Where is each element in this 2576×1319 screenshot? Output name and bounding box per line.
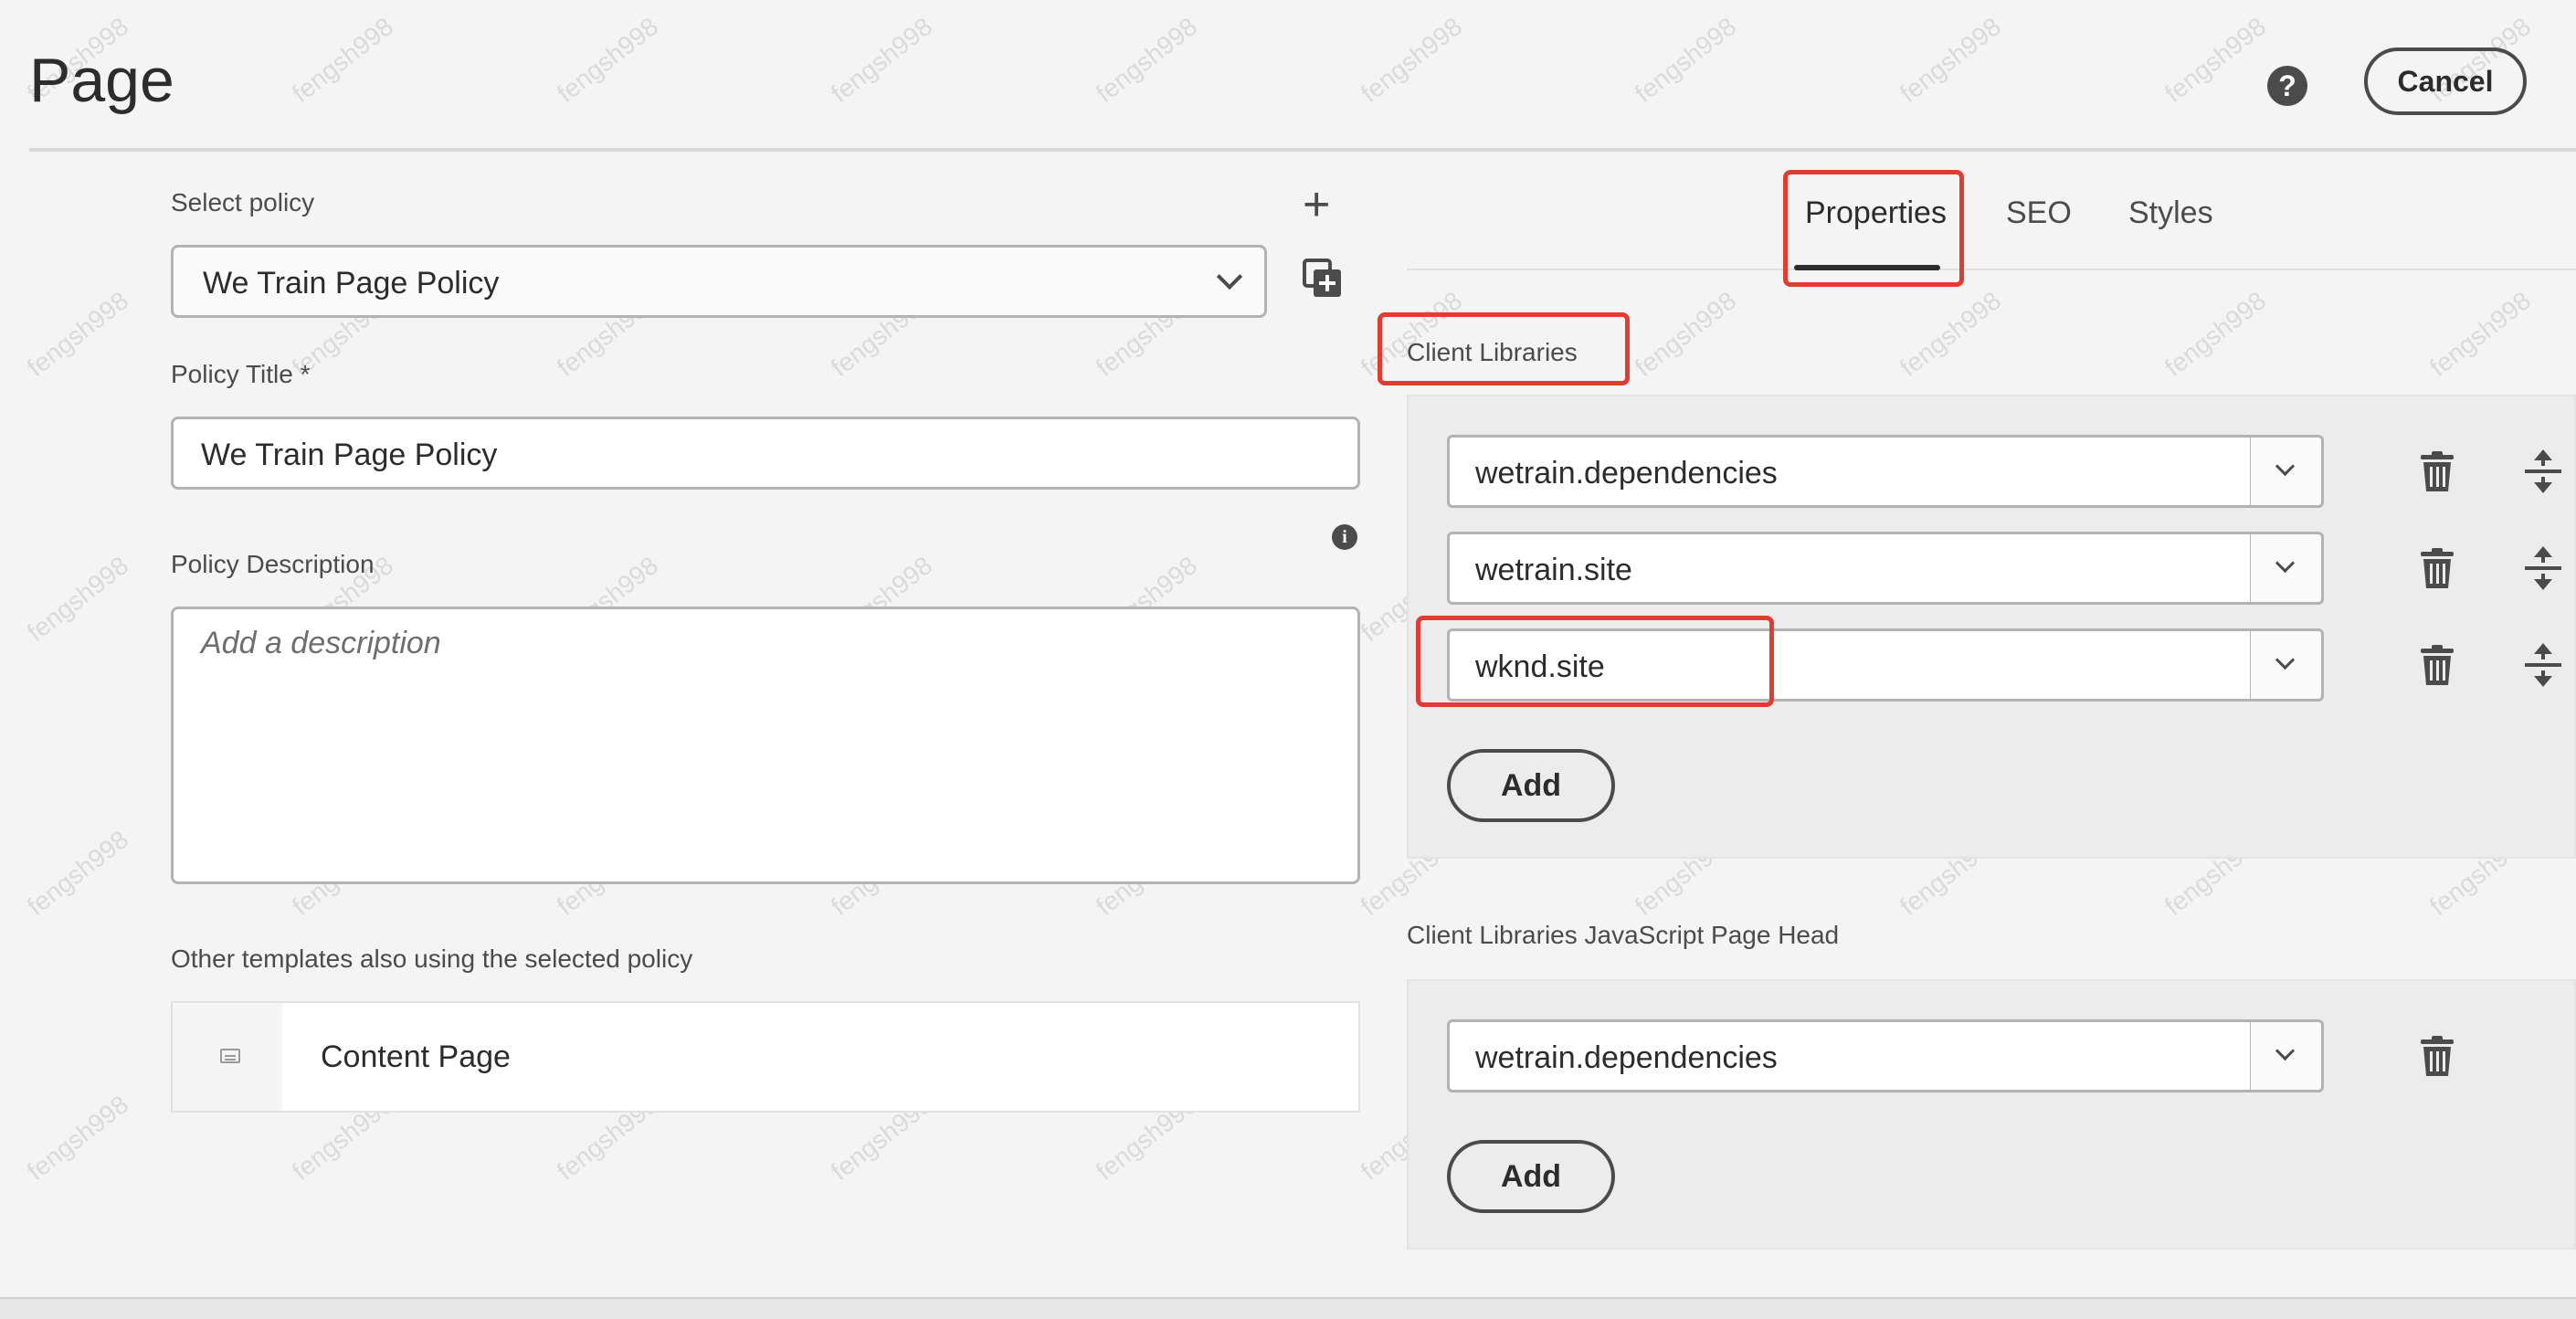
watermark: fengsh998	[826, 12, 938, 109]
policy-title-label: Policy Title *	[171, 360, 311, 388]
policy-select-value: We Train Page Policy	[203, 266, 500, 301]
client-library-input[interactable]: wetrain.site	[1447, 532, 2253, 605]
watermark: fengsh998	[22, 286, 134, 383]
drag-handle-icon[interactable]	[2525, 643, 2561, 687]
drag-handle-icon[interactable]	[2525, 546, 2561, 590]
client-library-input[interactable]: wetrain.dependencies	[1447, 1019, 2253, 1092]
client-library-value: wetrain.dependencies	[1475, 1040, 1778, 1075]
client-library-dropdown[interactable]	[2251, 628, 2324, 702]
add-policy-icon[interactable]: +	[1303, 181, 1330, 228]
add-client-library-head-button[interactable]: Add	[1447, 1140, 1615, 1213]
templates-list: Content Page	[171, 1001, 1360, 1113]
client-library-dropdown[interactable]	[2251, 532, 2324, 605]
client-library-input[interactable]: wetrain.dependencies	[1447, 435, 2253, 508]
trash-icon[interactable]	[2419, 451, 2455, 491]
trash-icon[interactable]	[2419, 1036, 2455, 1076]
policy-description-input[interactable]	[174, 609, 1357, 881]
client-library-row: wetrain.dependencies	[1447, 435, 2561, 508]
client-library-row: wetrain.site	[1447, 532, 2561, 605]
tabs-divider	[1407, 269, 2576, 270]
watermark: fengsh998	[1630, 286, 1742, 383]
highlight-box-wknd-site	[1416, 616, 1774, 707]
client-libraries-head-panel: wetrain.dependencies Add	[1407, 979, 2576, 1250]
watermark: fengsh998	[1630, 12, 1742, 109]
list-item[interactable]: Content Page	[321, 1039, 511, 1075]
watermark: fengsh998	[22, 825, 134, 922]
policy-description-label: Policy Description	[171, 550, 375, 578]
watermark: fengsh998	[22, 1090, 134, 1187]
highlight-box-properties	[1783, 170, 1964, 287]
watermark: fengsh998	[2159, 286, 2272, 383]
cancel-button[interactable]: Cancel	[2364, 47, 2527, 115]
trash-icon[interactable]	[2419, 548, 2455, 588]
chevron-down-icon	[1216, 263, 1243, 290]
client-library-dropdown[interactable]	[2251, 1019, 2324, 1092]
policy-title-value: We Train Page Policy	[201, 438, 498, 472]
add-client-library-button[interactable]: Add	[1447, 749, 1615, 822]
watermark: fengsh998	[2424, 286, 2537, 383]
chevron-down-icon	[2275, 1040, 2296, 1061]
chevron-down-icon	[2275, 456, 2296, 477]
client-library-row: wetrain.dependencies	[1447, 1019, 2561, 1092]
watermark: fengsh998	[1356, 12, 1468, 109]
policy-description-field[interactable]	[171, 607, 1360, 884]
help-icon[interactable]: ?	[2267, 66, 2307, 106]
template-icon	[220, 1049, 240, 1063]
watermark: fengsh998	[1895, 12, 2007, 109]
header-divider	[29, 148, 2576, 152]
tab-seo[interactable]: SEO	[2006, 195, 2072, 231]
other-templates-label: Other templates also using the selected …	[171, 944, 693, 973]
client-library-dropdown[interactable]	[2251, 435, 2324, 508]
client-library-value: wetrain.site	[1475, 553, 1632, 587]
trash-icon[interactable]	[2419, 645, 2455, 685]
select-policy-label: Select policy	[171, 188, 315, 216]
drag-handle-icon[interactable]	[2525, 449, 2561, 493]
highlight-box-client-libraries	[1378, 312, 1630, 385]
page-title: Page	[29, 46, 174, 115]
client-libraries-head-label: Client Libraries JavaScript Page Head	[1407, 921, 1840, 949]
policy-select[interactable]: We Train Page Policy	[171, 245, 1267, 318]
watermark: fengsh998	[1091, 12, 1203, 109]
watermark: fengsh998	[2159, 12, 2272, 109]
watermark: fengsh998	[287, 12, 399, 109]
duplicate-policy-icon[interactable]	[1303, 259, 1343, 299]
client-library-value: wetrain.dependencies	[1475, 456, 1778, 491]
info-icon[interactable]: i	[1332, 524, 1357, 550]
bottom-bar	[0, 1297, 2576, 1319]
chevron-down-icon	[2275, 649, 2296, 670]
tab-styles[interactable]: Styles	[2128, 195, 2213, 231]
chevron-down-icon	[2275, 553, 2296, 574]
watermark: fengsh998	[22, 551, 134, 648]
template-icon-cell	[173, 1003, 282, 1111]
watermark: fengsh998	[1895, 286, 2007, 383]
policy-title-input[interactable]: We Train Page Policy	[171, 417, 1360, 490]
watermark: fengsh998	[552, 12, 664, 109]
